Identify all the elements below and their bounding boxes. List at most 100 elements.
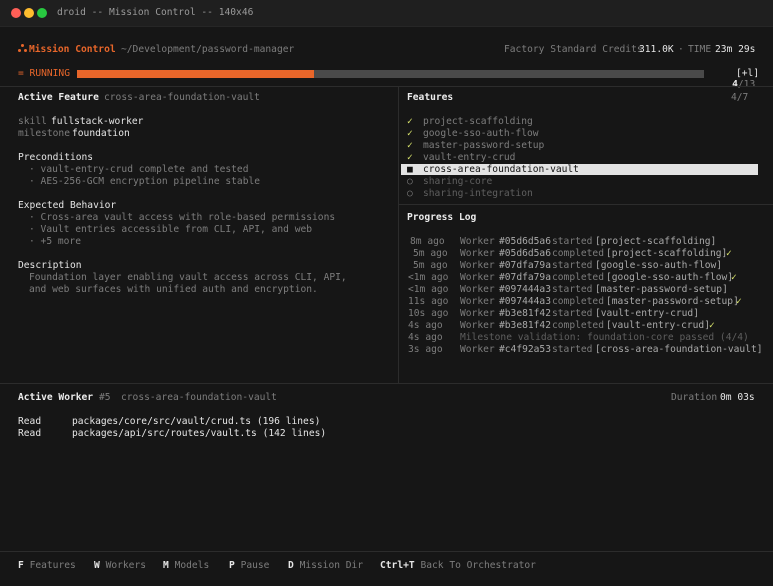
- description-line: Foundation layer enabling vault access a…: [29, 272, 347, 283]
- divider: [0, 86, 773, 87]
- log-worker-id: #05d6d5a6: [499, 248, 551, 259]
- log-target: [vault-entry-crud]: [595, 308, 699, 319]
- log-time: 4s ago: [408, 320, 443, 331]
- log-time: 4s ago: [408, 332, 443, 343]
- log-worker: Worker: [460, 272, 495, 283]
- divider: [0, 551, 773, 552]
- divider: [398, 86, 399, 383]
- minimize-window-button[interactable]: [24, 8, 34, 18]
- shortcut-label: Workers: [105, 560, 146, 571]
- app-name: Mission Control: [29, 44, 116, 55]
- log-target: [vault-entry-crud]: [606, 320, 710, 331]
- progress-total: /13: [737, 79, 756, 90]
- check-icon: ✓: [709, 320, 715, 331]
- op-path: packages/core/src/vault/crud.ts (196 lin…: [72, 416, 321, 427]
- feature-item-selected[interactable]: ■ cross-area-foundation-vault: [401, 164, 758, 175]
- log-time: 5m ago: [413, 260, 448, 271]
- close-window-button[interactable]: [11, 8, 21, 18]
- precondition-item: · AES-256-GCM encryption pipeline stable: [29, 176, 261, 187]
- feature-name: vault-entry-crud: [423, 152, 516, 163]
- log-target: [cross-area-foundation-vault]: [595, 344, 763, 355]
- log-time: 11s ago: [408, 296, 449, 307]
- expand-toggle[interactable]: [+l]: [736, 68, 759, 79]
- shortcut-workers[interactable]: W Workers: [94, 560, 146, 571]
- expected-more[interactable]: · +5 more: [29, 236, 81, 247]
- log-worker-id: #b3e81f42: [499, 320, 551, 331]
- feature-name: sharing-integration: [423, 188, 533, 199]
- log-time: 8m ago: [410, 236, 445, 247]
- zoom-window-button[interactable]: [37, 8, 47, 18]
- log-target: [google-sso-auth-flow]: [606, 272, 734, 283]
- window-title: droid -- Mission Control -- 140x46: [57, 7, 254, 18]
- check-icon: ✓: [407, 116, 413, 127]
- check-icon: ✓: [407, 128, 413, 139]
- progress-log-heading: Progress Log: [407, 212, 477, 223]
- log-worker: Worker: [460, 308, 495, 319]
- divider: [398, 204, 773, 205]
- skill-value: fullstack-worker: [51, 116, 144, 127]
- shortcut-back-to-orchestrator[interactable]: Ctrl+T Back To Orchestrator: [380, 560, 536, 571]
- check-icon: ✓: [407, 140, 413, 151]
- divider: [0, 383, 773, 384]
- log-worker-id: #b3e81f42: [499, 308, 551, 319]
- log-worker-id: #097444a3: [499, 296, 551, 307]
- log-action: completed: [552, 248, 604, 259]
- feature-name: sharing-core: [423, 176, 493, 187]
- check-icon: ✓: [731, 272, 737, 283]
- log-action: started: [552, 236, 593, 247]
- factory-logo-icon: [18, 44, 27, 53]
- log-time: <1m ago: [408, 284, 449, 295]
- shortcut-models[interactable]: M Models: [163, 560, 209, 571]
- worker-feature: cross-area-foundation-vault: [121, 392, 277, 403]
- log-worker-id: #07dfa79a: [499, 272, 551, 283]
- milestone-label: milestone: [18, 128, 70, 139]
- log-milestone-message: Milestone validation: foundation-core pa…: [460, 332, 749, 343]
- milestone-value: foundation: [72, 128, 130, 139]
- credits-value: 311.0K: [639, 44, 674, 55]
- log-time: 5m ago: [413, 248, 448, 259]
- expected-item: · Vault entries accessible from CLI, API…: [29, 224, 313, 235]
- log-action: completed: [552, 296, 604, 307]
- shortcut-key: D: [288, 560, 294, 571]
- log-worker: Worker: [460, 344, 495, 355]
- active-feature-name: cross-area-foundation-vault: [104, 92, 260, 103]
- feature-name: project-scaffolding: [423, 116, 533, 127]
- feature-name: master-password-setup: [423, 140, 545, 151]
- progress-bar-fill: [77, 70, 315, 78]
- check-icon: ✓: [736, 296, 742, 307]
- log-target: [master-password-setup]: [606, 296, 739, 307]
- shortcut-mission-dir[interactable]: D Mission Dir: [288, 560, 363, 571]
- log-worker: Worker: [460, 296, 495, 307]
- worker-number: #5: [99, 392, 111, 403]
- description-line: and web surfaces with unified auth and e…: [29, 284, 318, 295]
- pending-icon: ○: [407, 188, 413, 199]
- project-path: ~/Development/password-manager: [121, 44, 295, 55]
- status-running: = RUNNING: [18, 68, 70, 79]
- log-action: started: [552, 344, 593, 355]
- log-time: 3s ago: [408, 344, 443, 355]
- precondition-item: · vault-entry-crud complete and tested: [29, 164, 249, 175]
- active-worker-heading: Active Worker: [18, 392, 94, 403]
- pending-icon: ○: [407, 176, 413, 187]
- shortcut-features[interactable]: F Features: [18, 560, 76, 571]
- log-action: started: [552, 260, 593, 271]
- shortcut-key: F: [18, 560, 24, 571]
- log-worker: Worker: [460, 248, 495, 259]
- log-worker-id: #07dfa79a: [499, 260, 551, 271]
- shortcut-label: Models: [174, 560, 210, 571]
- log-time: 10s ago: [408, 308, 449, 319]
- shortcut-pause[interactable]: P Pause: [229, 560, 269, 571]
- op-type: Read: [18, 416, 42, 427]
- progress-bar: [77, 70, 704, 78]
- log-action: completed: [552, 272, 604, 283]
- preconditions-heading: Preconditions: [18, 152, 94, 163]
- time-value: 23m 29s: [715, 44, 756, 55]
- log-target: [project-scaffolding]: [595, 236, 717, 247]
- log-worker: Worker: [460, 284, 495, 295]
- active-feature-heading: Active Feature: [18, 92, 99, 103]
- features-heading: Features: [407, 92, 454, 103]
- log-target: [project-scaffolding]: [606, 248, 728, 259]
- log-worker: Worker: [460, 260, 495, 271]
- log-worker: Worker: [460, 320, 495, 331]
- log-worker-id: #097444a3: [499, 284, 551, 295]
